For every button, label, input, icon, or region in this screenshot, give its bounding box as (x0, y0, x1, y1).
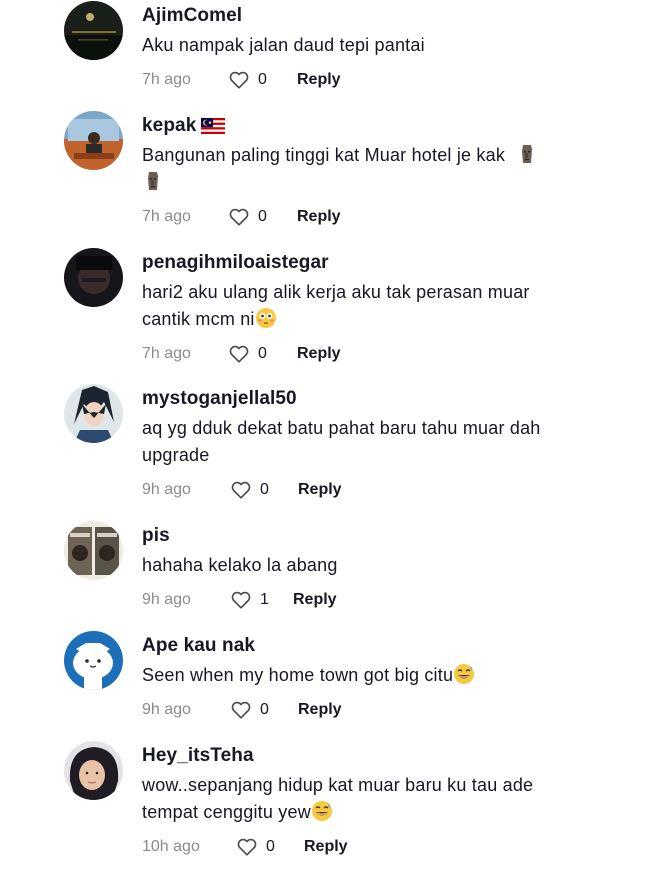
comment-text-body: hahaha kelako la abang (142, 555, 338, 575)
grinning-sweat-icon (311, 800, 333, 822)
malaysia-flag-icon (201, 118, 226, 134)
comment-meta: 9h ago 1 Reply (142, 589, 582, 613)
comment-list: AjimComel Aku nampak jalan daud tepi pan… (0, 0, 645, 871)
comment-username[interactable]: AjimComel (142, 4, 582, 28)
comment-time: 9h ago (142, 481, 191, 498)
comment-text-body: Bangunan paling tinggi kat Muar hotel je… (142, 145, 506, 165)
comment-time: 7h ago (142, 345, 191, 362)
like-count: 0 (258, 71, 267, 88)
comment-meta: 7h ago 0 Reply (142, 343, 582, 367)
avatar[interactable] (64, 248, 123, 307)
reply-button[interactable]: Reply (297, 345, 341, 363)
comment-meta: 9h ago 0 Reply (142, 479, 582, 503)
comment-username[interactable]: Hey_itsTeha (142, 744, 582, 768)
reply-button[interactable]: Reply (297, 208, 341, 226)
avatar[interactable] (64, 741, 123, 800)
comment-text: Seen when my home town got big citu (142, 662, 582, 689)
comment-username-text[interactable]: Hey_itsTeha (142, 744, 254, 768)
heart-icon[interactable] (230, 699, 252, 721)
comment-time: 10h ago (142, 838, 200, 855)
like-button[interactable]: 0 (230, 479, 269, 501)
reply-button[interactable]: Reply (298, 701, 342, 719)
moai-icon (516, 143, 538, 165)
comment-text-body: aq yg dduk dekat batu pahat baru tahu mu… (142, 418, 541, 465)
comment-text: hari2 aku ulang alik kerja aku tak peras… (142, 279, 562, 333)
like-button[interactable]: 0 (228, 206, 267, 228)
avatar[interactable] (64, 111, 123, 170)
comment-text: hahaha kelako la abang (142, 552, 582, 579)
comment-username-text[interactable]: mystoganjellal50 (142, 387, 297, 411)
reply-button[interactable]: Reply (298, 481, 342, 499)
comment-meta: 9h ago 0 Reply (142, 699, 582, 723)
like-button[interactable]: 0 (228, 69, 267, 91)
like-button[interactable]: 0 (228, 343, 267, 365)
moai-icon (142, 170, 164, 192)
like-count: 0 (266, 838, 275, 855)
comment-time: 7h ago (142, 208, 191, 225)
comment-time: 9h ago (142, 591, 191, 608)
avatar[interactable] (64, 521, 123, 580)
comment-username-text[interactable]: Ape kau nak (142, 634, 255, 658)
comment-username[interactable]: kepak (142, 114, 582, 138)
reply-button[interactable]: Reply (297, 71, 341, 89)
comment-username-text[interactable]: AjimComel (142, 4, 242, 28)
like-count: 0 (260, 481, 269, 498)
avatar[interactable] (64, 384, 123, 443)
comment-username[interactable]: penagihmiloaistegar (142, 251, 582, 275)
reply-button[interactable]: Reply (304, 838, 348, 856)
comment-meta: 7h ago 0 Reply (142, 69, 582, 93)
like-count: 0 (258, 345, 267, 362)
avatar[interactable] (64, 1, 123, 60)
comment-username[interactable]: Ape kau nak (142, 634, 582, 658)
reply-button[interactable]: Reply (293, 591, 337, 609)
like-count: 1 (260, 591, 269, 608)
like-button[interactable]: 0 (236, 836, 275, 858)
heart-icon[interactable] (230, 589, 252, 611)
comment-username-text[interactable]: pis (142, 524, 170, 548)
comment-meta: 10h ago 0 Reply (142, 836, 582, 860)
heart-icon[interactable] (228, 343, 250, 365)
comment-username-text[interactable]: kepak (142, 114, 196, 138)
like-button[interactable]: 1 (230, 589, 269, 611)
heart-icon[interactable] (228, 206, 250, 228)
heart-icon[interactable] (230, 479, 252, 501)
like-count: 0 (258, 208, 267, 225)
comment-text: aq yg dduk dekat batu pahat baru tahu mu… (142, 415, 572, 469)
comment-username[interactable]: mystoganjellal50 (142, 387, 582, 411)
comment-text: wow..sepanjang hidup kat muar baru ku ta… (142, 772, 567, 826)
comment-username[interactable]: pis (142, 524, 582, 548)
comment-time: 9h ago (142, 701, 191, 718)
comment-text-body: hari2 aku ulang alik kerja aku tak peras… (142, 282, 530, 329)
flushed-face-icon (255, 307, 277, 329)
comment-username-text[interactable]: penagihmiloaistegar (142, 251, 329, 275)
comment-time: 7h ago (142, 71, 191, 88)
comment-text-body: wow..sepanjang hidup kat muar baru ku ta… (142, 775, 534, 822)
heart-icon[interactable] (228, 69, 250, 91)
comment-text-body: Aku nampak jalan daud tepi pantai (142, 35, 425, 55)
comment-text: Bangunan paling tinggi kat Muar hotel je… (142, 142, 582, 196)
heart-icon[interactable] (236, 836, 258, 858)
like-button[interactable]: 0 (230, 699, 269, 721)
comment-meta: 7h ago 0 Reply (142, 206, 582, 230)
grinning-sweat-icon (453, 663, 475, 685)
avatar[interactable] (64, 631, 123, 690)
like-count: 0 (260, 701, 269, 718)
comment-text: Aku nampak jalan daud tepi pantai (142, 32, 582, 59)
comment-text-body: Seen when my home town got big citu (142, 665, 454, 685)
